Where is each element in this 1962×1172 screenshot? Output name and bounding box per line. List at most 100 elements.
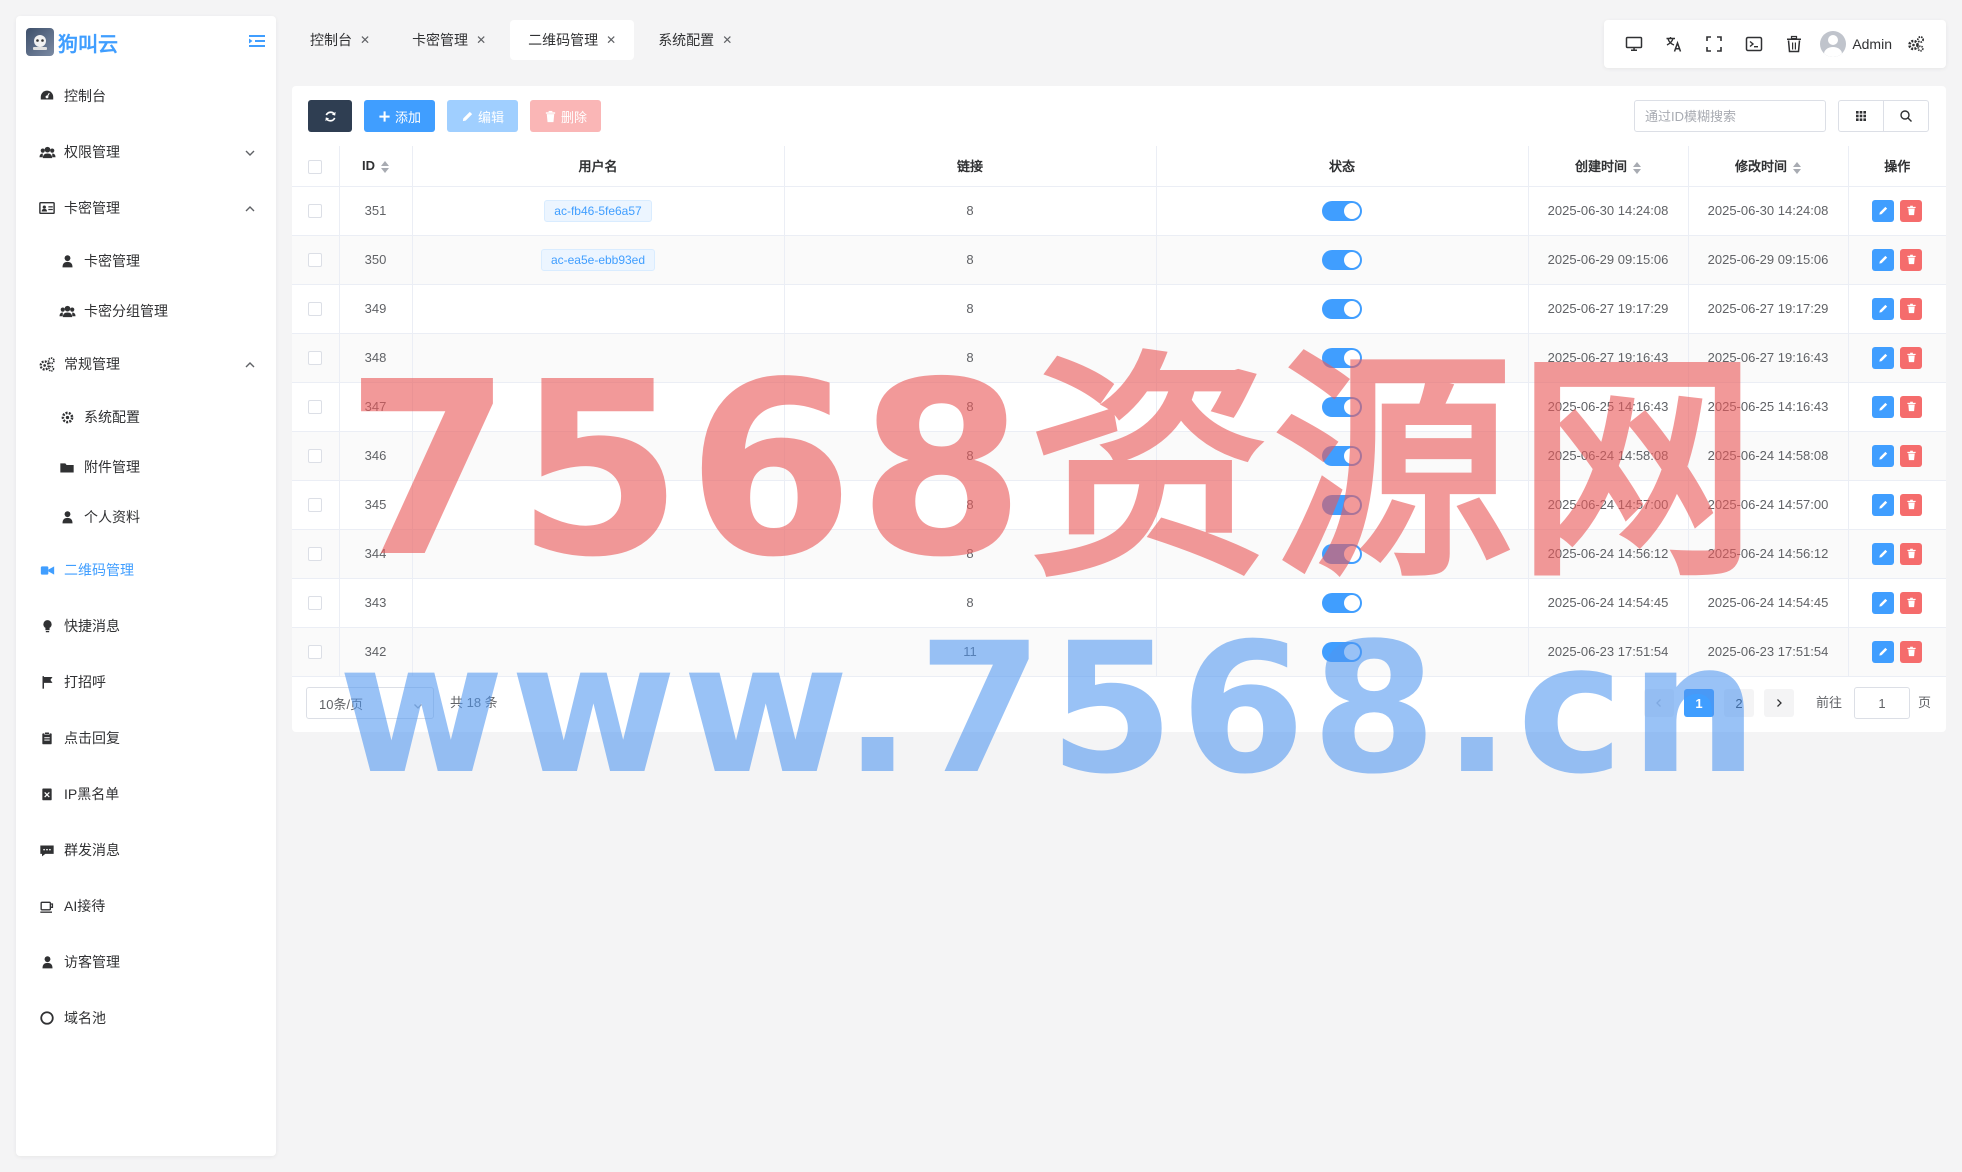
checkbox[interactable] xyxy=(308,159,323,174)
cell-select[interactable] xyxy=(292,382,340,432)
checkbox[interactable] xyxy=(308,498,323,513)
delete-button[interactable]: 删除 xyxy=(530,100,602,132)
cell-select[interactable] xyxy=(292,333,340,383)
cell-select[interactable] xyxy=(292,529,340,579)
cell-select[interactable] xyxy=(292,578,340,628)
row-delete-button[interactable] xyxy=(1900,346,1923,369)
trash-icon[interactable] xyxy=(1774,24,1814,64)
checkbox[interactable] xyxy=(308,302,323,317)
row-edit-button[interactable] xyxy=(1872,444,1895,467)
checkbox[interactable] xyxy=(308,351,323,366)
table-row[interactable]: 343 8 2025-06-24 14:54:45 2025-06-24 14:54:… xyxy=(292,578,1946,628)
header-modified[interactable]: 修改时间 xyxy=(1688,146,1849,187)
row-delete-button[interactable] xyxy=(1900,297,1923,320)
sidebar-item-domain-pool[interactable]: 域名池 xyxy=(16,990,276,1046)
status-switch[interactable] xyxy=(1322,641,1362,662)
status-switch[interactable] xyxy=(1322,200,1362,221)
sidebar-item-click-reply[interactable]: 点击回复 xyxy=(16,710,276,766)
goto-page-input[interactable] xyxy=(1854,687,1910,719)
status-switch[interactable] xyxy=(1322,298,1362,319)
table-row[interactable]: 348 8 2025-06-27 19:16:43 2025-06-27 19:16:… xyxy=(292,333,1946,383)
sidebar-item-dashboard[interactable]: 控制台 xyxy=(16,68,276,124)
sidebar-item-greetings[interactable]: 打招呼 xyxy=(16,654,276,710)
sort-icon[interactable] xyxy=(1633,161,1641,175)
close-icon[interactable]: ✕ xyxy=(722,33,732,47)
sidebar-item-qrcode[interactable]: 二维码管理 xyxy=(16,542,276,598)
header-created[interactable]: 创建时间 xyxy=(1528,146,1689,187)
close-icon[interactable]: ✕ xyxy=(476,33,486,47)
cell-select[interactable] xyxy=(292,627,340,677)
cell-select[interactable] xyxy=(292,431,340,481)
row-delete-button[interactable] xyxy=(1900,493,1923,516)
cell-select[interactable] xyxy=(292,480,340,530)
tab-system-config[interactable]: 系统配置 ✕ xyxy=(640,20,750,60)
page-size-select[interactable]: 10条/页 xyxy=(306,687,434,719)
checkbox[interactable] xyxy=(308,204,323,219)
row-edit-button[interactable] xyxy=(1872,248,1895,271)
row-delete-button[interactable] xyxy=(1900,640,1923,663)
status-switch[interactable] xyxy=(1322,592,1362,613)
status-switch[interactable] xyxy=(1322,445,1362,466)
menu-fold-icon[interactable] xyxy=(248,32,266,50)
row-delete-button[interactable] xyxy=(1900,199,1923,222)
edit-button[interactable]: 编辑 xyxy=(447,100,519,132)
close-icon[interactable]: ✕ xyxy=(606,33,616,47)
sidebar-item-card-management[interactable]: 卡密管理 xyxy=(16,180,276,236)
checkbox[interactable] xyxy=(308,645,323,660)
header-select-all[interactable] xyxy=(292,146,340,187)
sort-icon[interactable] xyxy=(381,160,389,174)
row-edit-button[interactable] xyxy=(1872,346,1895,369)
logo[interactable]: 狗叫云 xyxy=(16,16,276,68)
page-button-2[interactable]: 2 xyxy=(1724,689,1754,717)
settings-gears-icon[interactable] xyxy=(1896,24,1936,64)
refresh-button[interactable] xyxy=(308,100,352,132)
checkbox[interactable] xyxy=(308,449,323,464)
row-edit-button[interactable] xyxy=(1872,199,1895,222)
user-menu[interactable]: Admin xyxy=(1820,31,1892,57)
row-delete-button[interactable] xyxy=(1900,395,1923,418)
status-switch[interactable] xyxy=(1322,494,1362,515)
sidebar-item-system-config[interactable]: 系统配置 xyxy=(16,392,276,442)
sidebar-item-visitors[interactable]: 访客管理 xyxy=(16,934,276,990)
table-row[interactable]: 351 ac-fb46-5fe6a57 8 2025-06-30 14:24:08 20… xyxy=(292,186,1946,236)
next-page-button[interactable] xyxy=(1764,689,1794,717)
fullscreen-icon[interactable] xyxy=(1694,24,1734,64)
table-row[interactable]: 342 11 2025-06-23 17:51:54 2025-06-23 17:51… xyxy=(292,627,1946,677)
cell-select[interactable] xyxy=(292,235,340,285)
search-button[interactable] xyxy=(1883,100,1929,132)
tab-card-management[interactable]: 卡密管理 ✕ xyxy=(394,20,504,60)
terminal-icon[interactable] xyxy=(1734,24,1774,64)
table-row[interactable]: 346 8 2025-06-24 14:58:08 2025-06-24 14:58:… xyxy=(292,431,1946,481)
sidebar-item-quick-messages[interactable]: 快捷消息 xyxy=(16,598,276,654)
sidebar-item-ip-blacklist[interactable]: IP黑名单 xyxy=(16,766,276,822)
cell-select[interactable] xyxy=(292,186,340,236)
table-row[interactable]: 347 8 2025-06-25 14:16:43 2025-06-25 14:16:… xyxy=(292,382,1946,432)
sidebar-item-profile[interactable]: 个人资料 xyxy=(16,492,276,542)
status-switch[interactable] xyxy=(1322,543,1362,564)
table-row[interactable]: 344 8 2025-06-24 14:56:12 2025-06-24 14:56:… xyxy=(292,529,1946,579)
row-delete-button[interactable] xyxy=(1900,591,1923,614)
row-edit-button[interactable] xyxy=(1872,591,1895,614)
page-button-1[interactable]: 1 xyxy=(1684,689,1714,717)
sidebar-item-mass-message[interactable]: 群发消息 xyxy=(16,822,276,878)
header-id[interactable]: ID xyxy=(339,146,413,187)
row-edit-button[interactable] xyxy=(1872,297,1895,320)
cell-select[interactable] xyxy=(292,284,340,334)
sort-icon[interactable] xyxy=(1793,161,1801,175)
sidebar-item-attachments[interactable]: 附件管理 xyxy=(16,442,276,492)
sidebar-item-ai-reception[interactable]: AI接待 xyxy=(16,878,276,934)
sidebar-item-general[interactable]: 常规管理 xyxy=(16,336,276,392)
status-switch[interactable] xyxy=(1322,347,1362,368)
row-delete-button[interactable] xyxy=(1900,542,1923,565)
monitor-icon[interactable] xyxy=(1614,24,1654,64)
add-button[interactable]: 添加 xyxy=(364,100,436,132)
table-row[interactable]: 345 8 2025-06-24 14:57:00 2025-06-24 14:57:… xyxy=(292,480,1946,530)
tab-qrcode-management[interactable]: 二维码管理 ✕ xyxy=(510,20,635,60)
status-switch[interactable] xyxy=(1322,396,1362,417)
checkbox[interactable] xyxy=(308,400,323,415)
prev-page-button[interactable] xyxy=(1644,689,1674,717)
translate-icon[interactable] xyxy=(1654,24,1694,64)
row-edit-button[interactable] xyxy=(1872,395,1895,418)
row-edit-button[interactable] xyxy=(1872,640,1895,663)
table-row[interactable]: 349 8 2025-06-27 19:17:29 2025-06-27 19:17:… xyxy=(292,284,1946,334)
